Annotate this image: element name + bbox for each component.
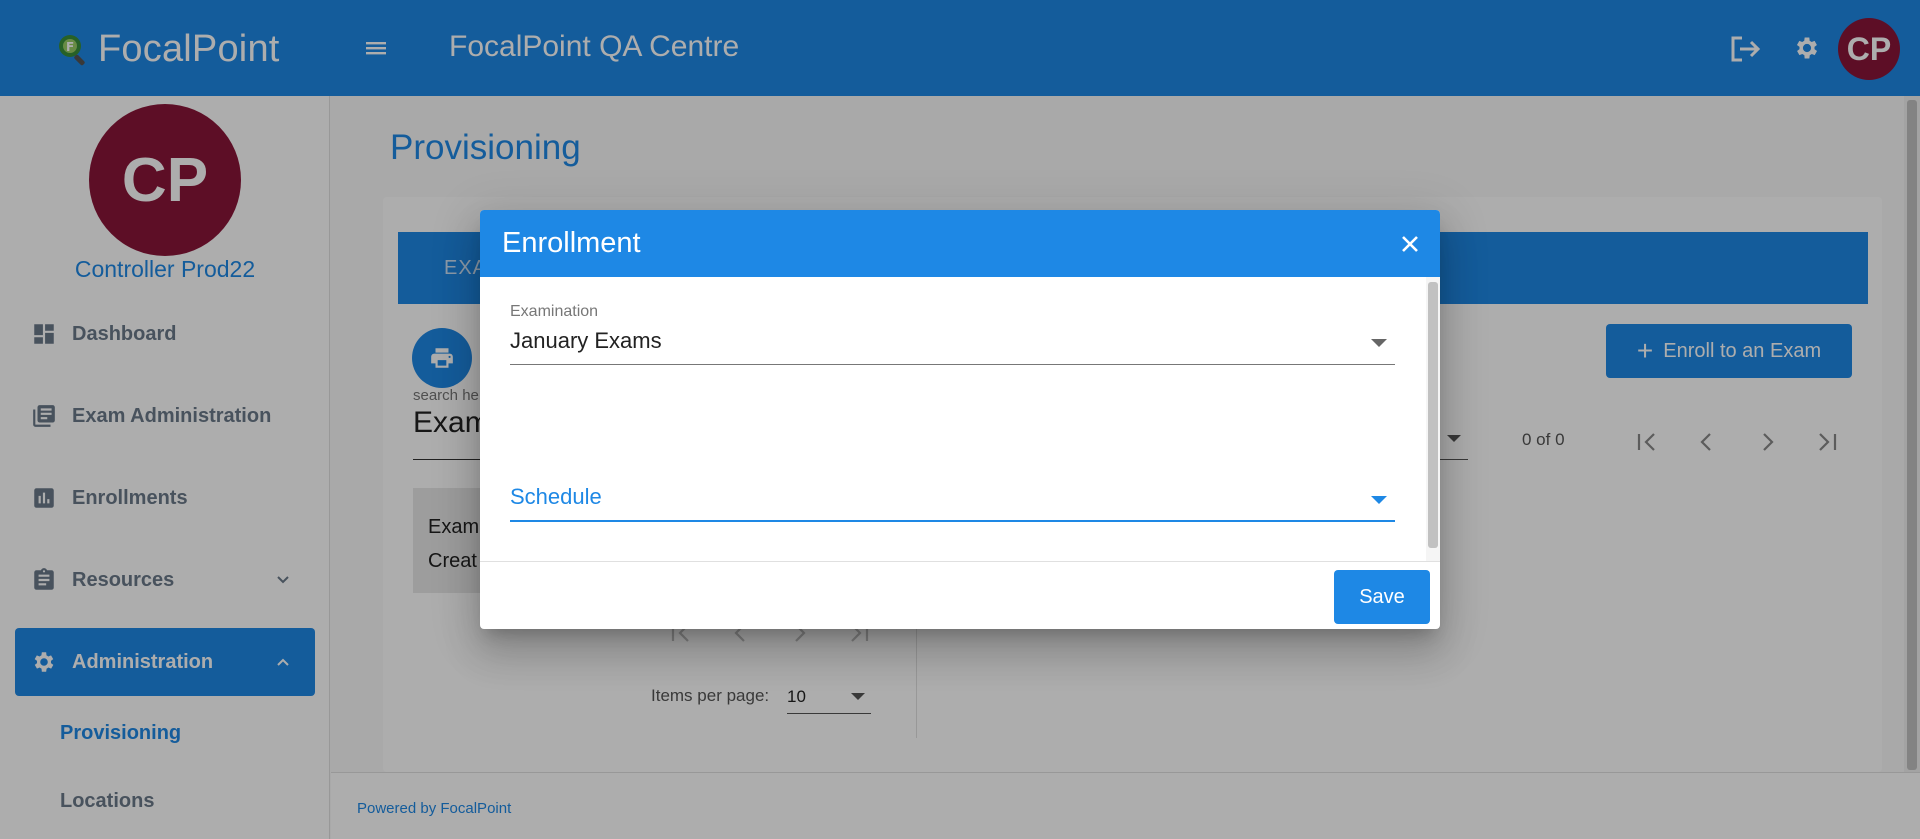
- examination-value: January Exams: [510, 328, 662, 353]
- examination-select[interactable]: January Exams: [510, 323, 1395, 365]
- dropdown-arrow-icon: [1371, 339, 1387, 347]
- dialog-title: Enrollment: [502, 227, 641, 259]
- dialog-body: Examination January Exams Schedule: [480, 277, 1440, 561]
- enrollment-dialog: Enrollment Examination January Exams Sch…: [480, 210, 1440, 629]
- save-button[interactable]: Save: [1334, 570, 1430, 624]
- schedule-placeholder: Schedule: [510, 484, 602, 509]
- dialog-footer: [480, 561, 1440, 629]
- close-icon[interactable]: [1398, 232, 1422, 256]
- dropdown-arrow-icon: [1371, 496, 1387, 504]
- dialog-scrollbar-thumb[interactable]: [1428, 282, 1438, 548]
- dialog-header: Enrollment: [480, 210, 1440, 277]
- schedule-select[interactable]: Schedule: [510, 476, 1395, 522]
- examination-label: Examination: [510, 303, 599, 320]
